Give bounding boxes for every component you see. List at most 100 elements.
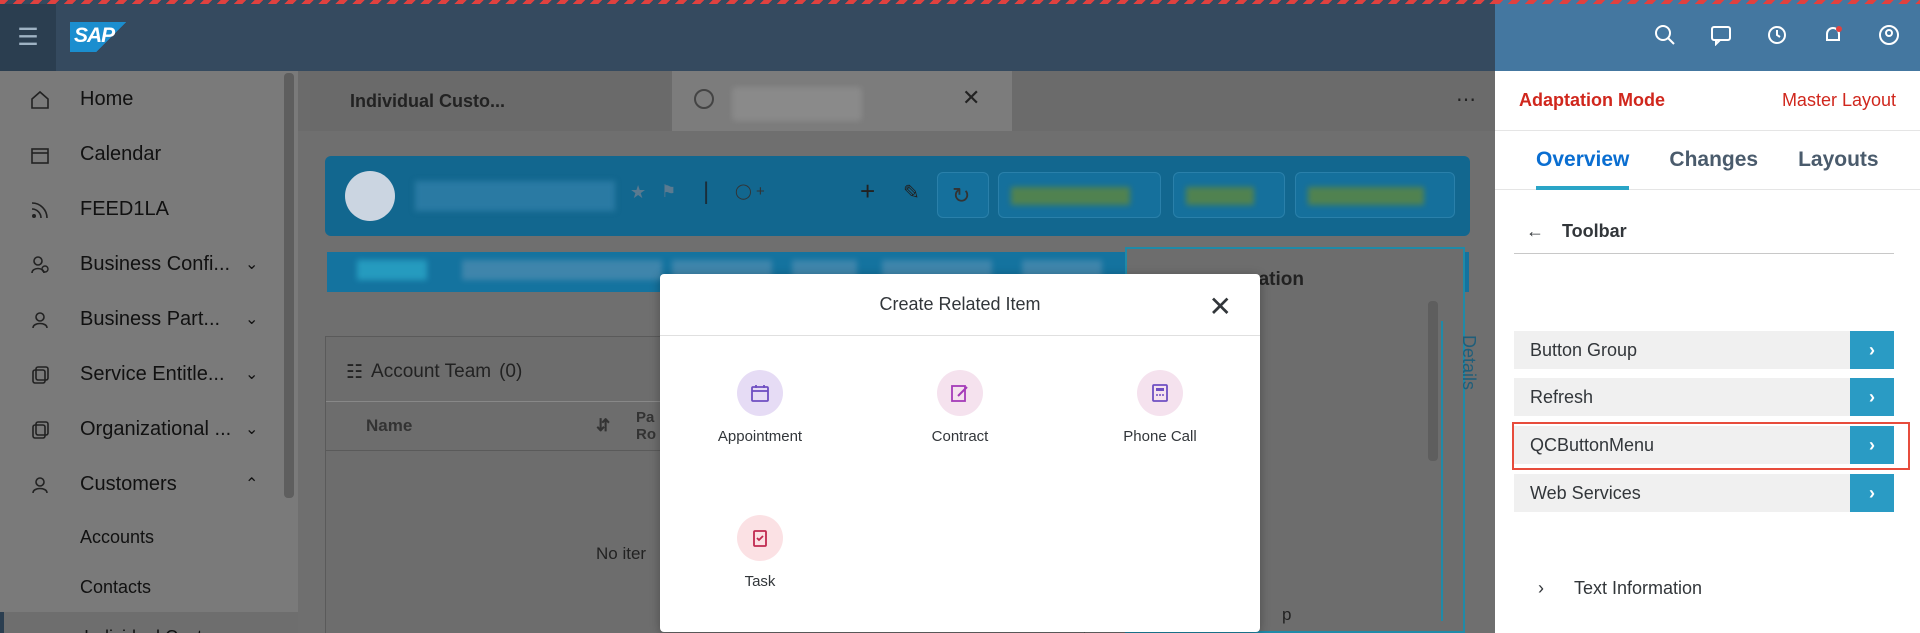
sort-icon[interactable]: ⇵ bbox=[596, 416, 636, 436]
toolbar-title: Toolbar bbox=[1562, 221, 1627, 241]
refresh-item[interactable]: Refresh › bbox=[1514, 378, 1894, 416]
search-icon[interactable] bbox=[1652, 22, 1678, 48]
contract-item[interactable]: Contract bbox=[880, 370, 1040, 445]
task-item[interactable]: Task bbox=[680, 515, 840, 590]
chevron-down-icon[interactable]: ⌄ bbox=[245, 254, 258, 274]
feed-icon bbox=[28, 198, 52, 222]
sidebar-item-business-config[interactable]: Business Confi... ⌄ bbox=[0, 237, 298, 292]
business-partner-icon bbox=[28, 308, 52, 332]
toolbar-breadcrumb: ← Toolbar bbox=[1514, 210, 1894, 254]
calendar-icon bbox=[737, 370, 783, 416]
notification-icon[interactable] bbox=[1820, 22, 1846, 48]
object-header: ★ ⚑ | ◯ + + ✎ ↻ bbox=[325, 156, 1470, 236]
dialog-header: Create Related Item ✕ bbox=[660, 274, 1260, 336]
tab-overview-blurred[interactable] bbox=[357, 260, 427, 280]
sidebar-sub-individual-customers[interactable]: Individual Customers bbox=[0, 612, 298, 633]
phone-call-item[interactable]: Phone Call bbox=[1080, 370, 1240, 445]
sidebar-item-home[interactable]: Home bbox=[0, 72, 298, 127]
adaptation-tabs: Overview Changes Layouts bbox=[1495, 131, 1920, 190]
sidebar-item-label: Organizational ... bbox=[80, 418, 232, 440]
object-title-blurred bbox=[415, 181, 615, 211]
sidebar-item-label: Business Part... bbox=[80, 308, 221, 330]
close-icon[interactable]: ✕ bbox=[1209, 290, 1232, 323]
home-icon bbox=[28, 88, 52, 112]
web-services-item[interactable]: Web Services › bbox=[1514, 474, 1894, 512]
shell-bar: ☰ SAP bbox=[0, 0, 1495, 71]
appointment-item[interactable]: Appointment bbox=[680, 370, 840, 445]
sidebar-item-organizational[interactable]: Organizational ... ⌄ bbox=[0, 402, 298, 457]
customers-icon bbox=[28, 473, 52, 497]
adaptation-shell-bar bbox=[1495, 0, 1920, 71]
sidebar-sub-contacts[interactable]: Contacts bbox=[0, 562, 298, 612]
chevron-right-icon[interactable]: › bbox=[1850, 474, 1894, 512]
shell-actions bbox=[1652, 22, 1902, 48]
add-icon[interactable]: + bbox=[860, 176, 875, 207]
blurred-label bbox=[1308, 187, 1424, 205]
chevron-down-icon[interactable]: ⌄ bbox=[245, 419, 258, 439]
sidebar-item-label: Calendar bbox=[80, 143, 162, 165]
col-name[interactable]: Name bbox=[366, 416, 596, 436]
chevron-right-icon[interactable]: › bbox=[1850, 378, 1894, 416]
sidebar-item-business-partner[interactable]: Business Part... ⌄ bbox=[0, 292, 298, 347]
text-information-label: Text Information bbox=[1574, 578, 1703, 598]
separator: | bbox=[703, 178, 710, 205]
master-layout-link[interactable]: Master Layout bbox=[1782, 90, 1896, 111]
button-group-label: Button Group bbox=[1530, 339, 1638, 360]
tab-blurred-title bbox=[732, 87, 862, 121]
tab-current-record[interactable]: ✕ bbox=[672, 71, 1012, 131]
appointment-label: Appointment bbox=[717, 428, 803, 445]
team-icon: ☷ bbox=[346, 362, 364, 383]
back-arrow-icon[interactable]: ← bbox=[1526, 221, 1544, 242]
blurred-label bbox=[1186, 187, 1254, 205]
col-party-role[interactable]: Pa Ro bbox=[636, 409, 656, 443]
sidebar: Home Calendar FEED1LA Business Confi... … bbox=[0, 71, 298, 633]
star-icon[interactable]: ★ bbox=[630, 182, 646, 203]
overflow-icon[interactable]: ⋯ bbox=[1456, 87, 1476, 112]
sap-logo: SAP bbox=[70, 22, 134, 52]
customer-icon bbox=[694, 89, 714, 109]
history-icon[interactable] bbox=[1764, 22, 1790, 48]
text-information-row[interactable]: › Text Information bbox=[1538, 578, 1702, 599]
service-entitlement-icon bbox=[28, 363, 52, 387]
chevron-down-icon[interactable]: ⌄ bbox=[245, 364, 258, 384]
account-team-label: Account Team bbox=[371, 361, 492, 382]
app-root: ☰ SAP Home Calendar FEED1LA Business Con… bbox=[0, 0, 1920, 633]
refresh-icon: ↻ bbox=[952, 183, 971, 208]
blurred-label bbox=[1011, 187, 1130, 205]
chevron-right-icon[interactable]: › bbox=[1850, 331, 1894, 369]
details-side-tab[interactable]: Details bbox=[1441, 321, 1487, 621]
content-scrollbar[interactable] bbox=[1428, 301, 1438, 461]
no-items-text: No iter bbox=[596, 544, 647, 563]
button-group-item[interactable]: Button Group › bbox=[1514, 331, 1894, 369]
tab-overview[interactable]: Overview bbox=[1536, 131, 1630, 190]
contract-label: Contract bbox=[931, 428, 989, 445]
tab-individual-customers[interactable]: Individual Custo... bbox=[310, 71, 670, 131]
close-icon[interactable]: ✕ bbox=[962, 85, 980, 111]
user-profile-icon[interactable] bbox=[1876, 22, 1902, 48]
tag-add-icon[interactable]: ◯ + bbox=[735, 182, 765, 200]
actions-button[interactable] bbox=[1173, 172, 1285, 218]
feedback-icon[interactable] bbox=[1708, 22, 1734, 48]
sidebar-item-service-entitlement[interactable]: Service Entitle... ⌄ bbox=[0, 347, 298, 402]
chevron-down-icon[interactable]: ⌄ bbox=[245, 309, 258, 329]
summary-button[interactable] bbox=[1295, 172, 1455, 218]
sidebar-item-label: Home bbox=[80, 88, 134, 110]
tab-layouts[interactable]: Layouts bbox=[1798, 131, 1879, 190]
flag-icon[interactable]: ⚑ bbox=[661, 182, 676, 202]
chevron-right-icon: › bbox=[1538, 578, 1544, 598]
phone-call-label: Phone Call bbox=[1123, 428, 1197, 445]
refresh-button[interactable]: ↻ bbox=[937, 172, 989, 218]
tab-changes[interactable]: Changes bbox=[1669, 131, 1758, 190]
chevron-up-icon[interactable]: ⌃ bbox=[245, 474, 258, 494]
sidebar-item-calendar[interactable]: Calendar bbox=[0, 127, 298, 182]
sidebar-sub-accounts[interactable]: Accounts bbox=[0, 512, 298, 562]
task-label: Task bbox=[744, 573, 776, 590]
menu-icon[interactable]: ☰ bbox=[0, 4, 56, 71]
edit-icon[interactable]: ✎ bbox=[903, 180, 920, 205]
tab-marketing-blurred[interactable] bbox=[462, 260, 662, 280]
web-services-button[interactable] bbox=[998, 172, 1161, 218]
sidebar-item-customers[interactable]: Customers ⌃ bbox=[0, 457, 298, 512]
adaptation-panel: Adaptation Mode Master Layout Overview C… bbox=[1495, 0, 1920, 633]
sidebar-item-feed[interactable]: FEED1LA bbox=[0, 182, 298, 237]
task-icon bbox=[737, 515, 783, 561]
